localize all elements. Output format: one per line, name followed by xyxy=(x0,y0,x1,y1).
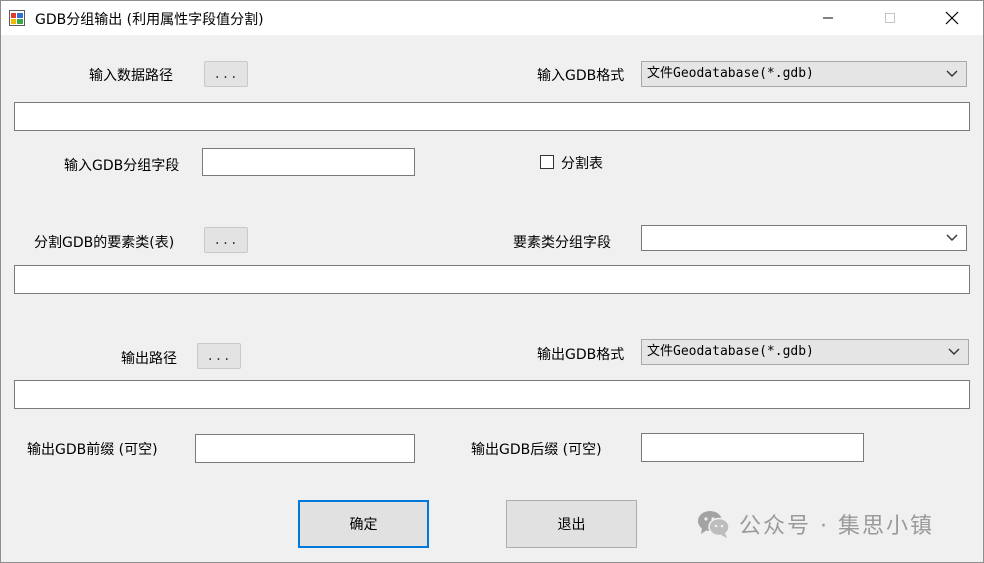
split-browse-button[interactable]: ... xyxy=(204,227,248,253)
input-group-field[interactable] xyxy=(202,148,415,176)
maximize-icon xyxy=(885,13,895,23)
input-path-field[interactable] xyxy=(14,102,970,131)
split-table-checkbox[interactable] xyxy=(540,155,554,169)
chevron-down-icon xyxy=(946,234,958,241)
exit-button[interactable]: 退出 xyxy=(506,500,637,548)
window-title: GDB分组输出 (利用属性字段值分割) xyxy=(35,12,264,28)
output-path-field[interactable] xyxy=(14,380,970,409)
feature-group-field-label: 要素类分组字段 xyxy=(513,235,611,251)
output-prefix-label: 输出GDB前缀 (可空) xyxy=(27,442,158,458)
input-path-label: 输入数据路径 xyxy=(89,68,173,84)
output-prefix-field[interactable] xyxy=(195,434,415,463)
input-format-label: 输入GDB格式 xyxy=(537,68,625,84)
split-feature-class-label: 分割GDB的要素类(表) xyxy=(34,235,175,251)
output-browse-button[interactable]: ... xyxy=(197,343,241,369)
watermark-text: 公众号 · 集思小镇 xyxy=(739,514,934,539)
output-path-label: 输出路径 xyxy=(121,351,177,367)
wechat-icon xyxy=(698,511,730,538)
output-suffix-label: 输出GDB后缀 (可空) xyxy=(471,442,602,458)
ok-button[interactable]: 确定 xyxy=(298,500,429,548)
input-format-value: 文件Geodatabase(*.gdb) xyxy=(647,66,814,81)
watermark: 公众号 · 集思小镇 xyxy=(697,507,934,541)
title-bar[interactable]: GDB分组输出 (利用属性字段值分割) xyxy=(1,1,983,35)
minimize-icon xyxy=(823,17,833,19)
output-suffix-field[interactable] xyxy=(641,433,864,462)
close-icon xyxy=(945,11,959,25)
output-format-value: 文件Geodatabase(*.gdb) xyxy=(647,344,814,359)
chevron-down-icon xyxy=(948,348,960,355)
output-format-label: 输出GDB格式 xyxy=(537,347,625,363)
app-icon xyxy=(9,10,25,26)
feature-group-field-select[interactable] xyxy=(641,225,967,251)
input-browse-button[interactable]: ... xyxy=(204,61,248,87)
output-format-select[interactable]: 文件Geodatabase(*.gdb) xyxy=(641,339,969,365)
input-group-field-label: 输入GDB分组字段 xyxy=(64,158,180,174)
input-format-select[interactable]: 文件Geodatabase(*.gdb) xyxy=(641,61,967,87)
split-feature-class-field[interactable] xyxy=(14,265,970,294)
dialog-window: GDB分组输出 (利用属性字段值分割) 输入数据路径 ... 输入GDB格式 文… xyxy=(0,0,984,563)
minimize-button[interactable] xyxy=(805,1,851,35)
split-table-label: 分割表 xyxy=(561,156,603,172)
maximize-button[interactable] xyxy=(867,1,913,35)
chevron-down-icon xyxy=(946,70,958,77)
close-button[interactable] xyxy=(929,1,975,35)
